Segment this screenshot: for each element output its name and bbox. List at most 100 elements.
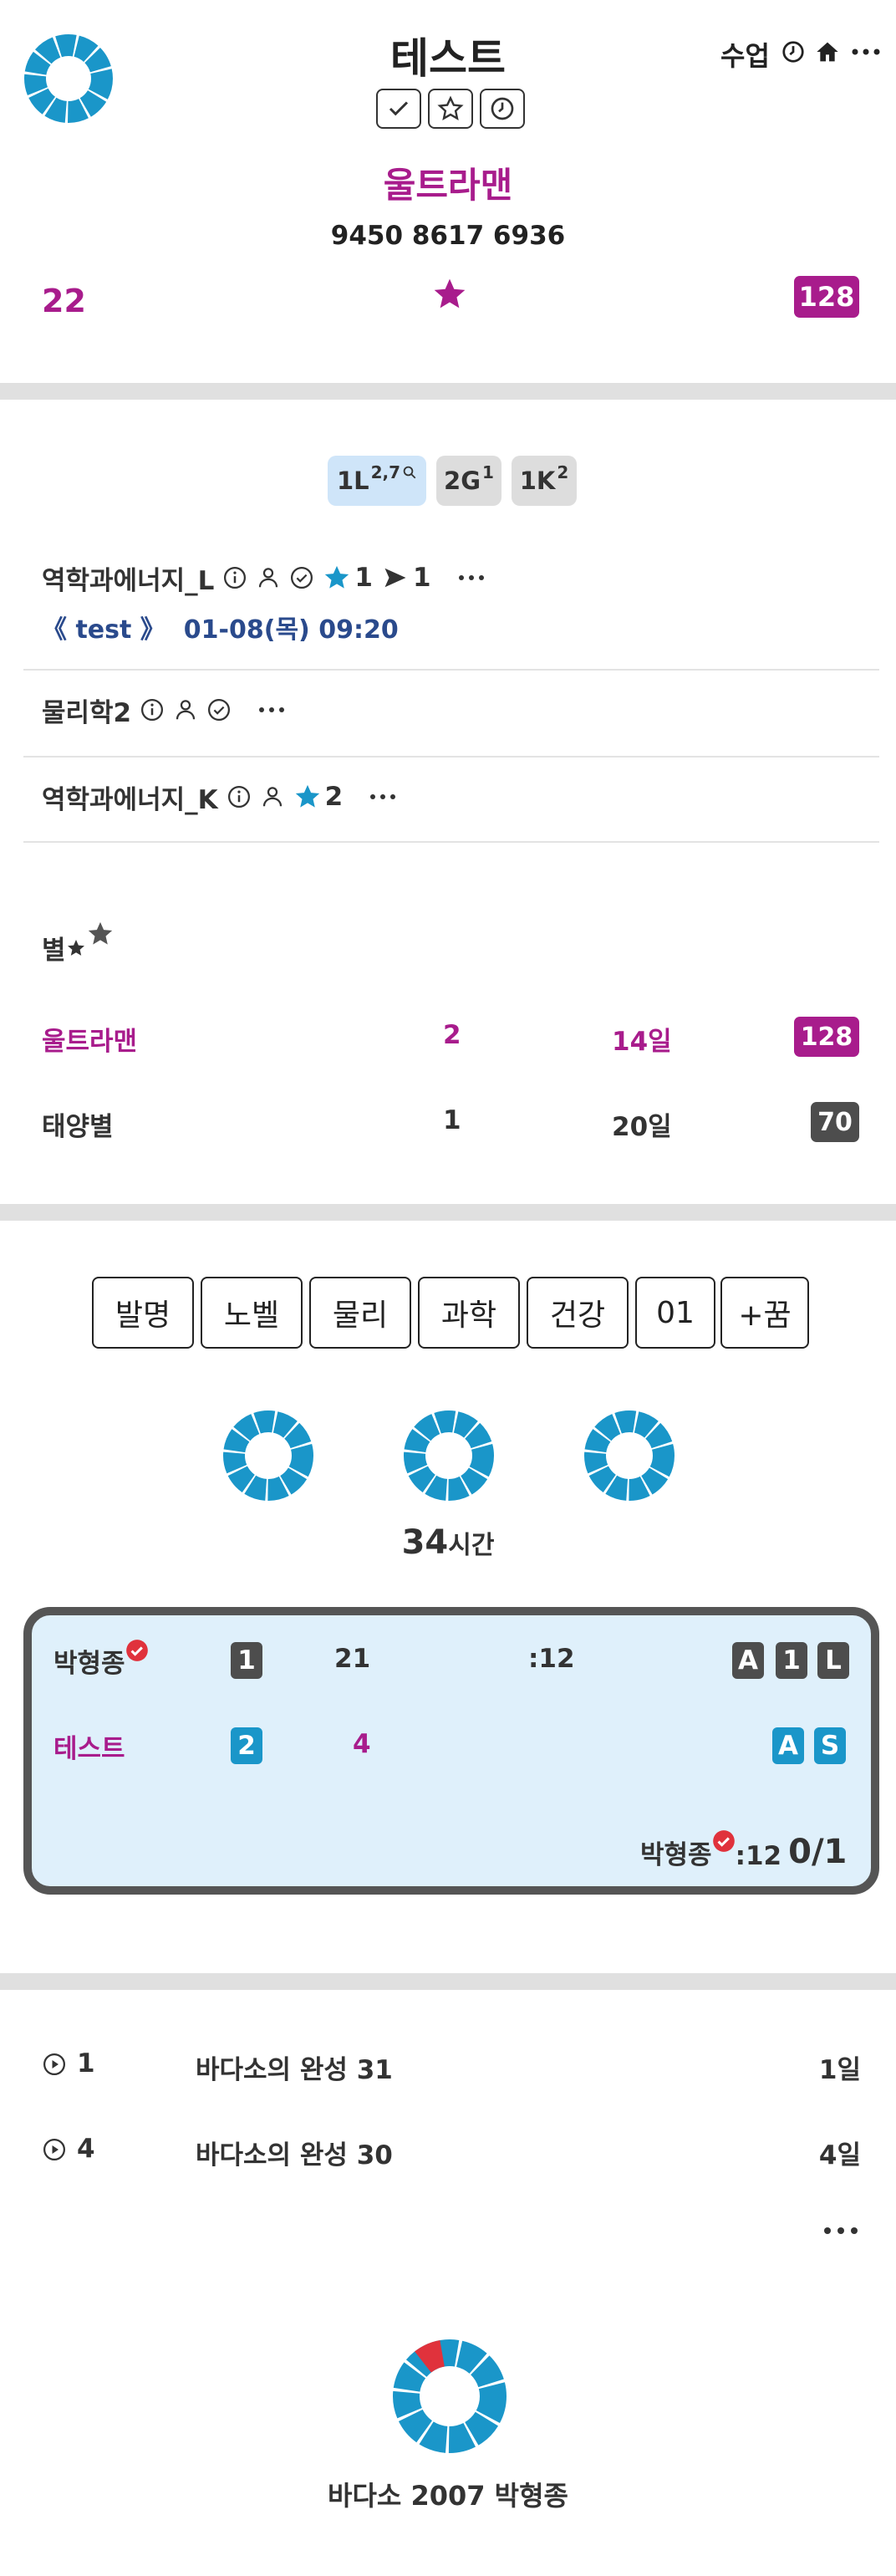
star-row-name[interactable]: 태양별 bbox=[42, 1105, 114, 1143]
hours-total: 34시간 bbox=[401, 1523, 495, 1562]
send-icon[interactable] bbox=[381, 565, 410, 590]
history-days: 4일 bbox=[818, 2140, 861, 2170]
check-circle-icon[interactable] bbox=[289, 565, 314, 590]
star-count: 2 bbox=[324, 782, 344, 812]
home-icon[interactable] bbox=[814, 38, 841, 65]
more-icon[interactable] bbox=[258, 706, 285, 714]
play-circle-icon bbox=[43, 2053, 65, 2075]
tag-button[interactable]: 건강 bbox=[527, 1277, 629, 1349]
more-icon[interactable] bbox=[851, 47, 881, 57]
course-item[interactable]: 역학과에너지_L 1 1 bbox=[42, 557, 485, 599]
star-row-days: 20일 bbox=[612, 1112, 672, 1142]
footer-ratio: 0/1 bbox=[788, 1833, 848, 1871]
mark-badge: A bbox=[772, 1727, 804, 1764]
info-icon[interactable] bbox=[227, 784, 252, 809]
star-filled-icon[interactable] bbox=[293, 783, 322, 811]
footer-time: :12 bbox=[735, 1841, 782, 1871]
more-icon[interactable] bbox=[369, 793, 396, 801]
star-row-count: 1 bbox=[443, 1105, 461, 1135]
mark-badge: S bbox=[814, 1727, 846, 1764]
info-icon[interactable] bbox=[140, 697, 165, 722]
ring-icon[interactable] bbox=[583, 1410, 675, 1502]
subtitle: 울트라맨 bbox=[383, 165, 513, 206]
course-name: 역학과에너지_L bbox=[42, 565, 215, 596]
check-button[interactable] bbox=[376, 89, 421, 129]
section-divider bbox=[0, 1204, 896, 1221]
star-row-badge: 70 bbox=[811, 1102, 859, 1142]
player-score: 4 bbox=[353, 1729, 371, 1759]
ring-logo-icon[interactable] bbox=[391, 2338, 508, 2455]
row-divider bbox=[23, 669, 879, 671]
mark-badge: A bbox=[732, 1642, 764, 1679]
player-name[interactable]: 박형종 bbox=[53, 1640, 149, 1680]
check-circle-icon[interactable] bbox=[206, 697, 232, 722]
tag-button[interactable]: 노벨 bbox=[201, 1277, 303, 1349]
person-icon[interactable] bbox=[256, 565, 281, 590]
send-count: 1 bbox=[412, 563, 431, 593]
row-divider bbox=[23, 841, 879, 843]
info-icon[interactable] bbox=[222, 565, 247, 590]
play-circle-icon bbox=[43, 2139, 65, 2160]
course-meta[interactable]: 《 test 》 01-08(목) 09:20 bbox=[42, 609, 399, 645]
chip-2g[interactable]: 2G 1 bbox=[436, 456, 501, 506]
ring-icon[interactable] bbox=[403, 1410, 495, 1502]
ring-icon[interactable] bbox=[222, 1410, 314, 1502]
search-icon bbox=[403, 466, 416, 479]
tag-button[interactable]: 발명 bbox=[92, 1277, 194, 1349]
history-title: 바다소의 완성 31 bbox=[196, 2055, 393, 2085]
clock-icon[interactable] bbox=[781, 39, 806, 64]
course-name: 물리학2 bbox=[42, 697, 132, 728]
course-meta-date: 01-08(목) 09:20 bbox=[183, 615, 399, 645]
verified-icon bbox=[712, 1830, 735, 1852]
stars-heading: 별 bbox=[42, 920, 115, 967]
history-item[interactable]: 4 바다소의 완성 30 4일 bbox=[42, 2130, 861, 2170]
score-badge: 128 bbox=[794, 276, 859, 318]
section-divider bbox=[0, 1973, 896, 1990]
star-filled-icon bbox=[88, 921, 112, 945]
person-icon[interactable] bbox=[173, 697, 198, 722]
star-row-badge: 128 bbox=[794, 1017, 859, 1057]
verified-icon bbox=[125, 1640, 148, 1661]
history-button[interactable] bbox=[480, 89, 525, 129]
row-divider bbox=[23, 756, 879, 757]
star-row-name[interactable]: 울트라맨 bbox=[42, 1020, 137, 1058]
code-number: 9450 8617 6936 bbox=[330, 221, 566, 251]
chip-1k[interactable]: 1K 2 bbox=[512, 456, 577, 506]
footer-text: 바다소 2007 박형종 bbox=[328, 2480, 568, 2512]
course-item[interactable]: 역학과에너지_K 2 bbox=[42, 776, 396, 818]
course-name: 역학과에너지_K bbox=[42, 784, 218, 815]
history-item[interactable]: 1 바다소의 완성 31 1일 bbox=[42, 2045, 861, 2085]
chip-1l[interactable]: 1L 2,7 bbox=[328, 456, 426, 506]
rank-badge: 2 bbox=[231, 1727, 262, 1764]
tag-button[interactable]: 01 bbox=[635, 1277, 715, 1349]
star-filled-icon bbox=[67, 940, 84, 956]
history-number: 4 bbox=[77, 2134, 95, 2164]
check-icon bbox=[389, 101, 409, 116]
more-icon[interactable] bbox=[822, 2226, 859, 2236]
tag-button[interactable]: 과학 bbox=[418, 1277, 520, 1349]
history-title: 바다소의 완성 30 bbox=[196, 2140, 393, 2170]
footer-player-name: 박형종 bbox=[640, 1840, 712, 1870]
course-meta-prefix: 《 test 》 bbox=[42, 615, 165, 645]
star-row-days: 14일 bbox=[612, 1027, 672, 1057]
nav-class-link[interactable]: 수업 bbox=[720, 35, 770, 74]
tag-button[interactable]: 물리 bbox=[309, 1277, 411, 1349]
more-icon[interactable] bbox=[458, 574, 485, 582]
add-tag-button[interactable]: +꿈 bbox=[720, 1277, 809, 1349]
player-name[interactable]: 테스트 bbox=[53, 1727, 125, 1765]
rank-badge: 1 bbox=[231, 1642, 262, 1679]
history-days: 1일 bbox=[818, 2055, 861, 2085]
count-value: 22 bbox=[42, 283, 86, 319]
mark-badge: L bbox=[817, 1642, 849, 1679]
person-icon[interactable] bbox=[260, 784, 285, 809]
star-filled-icon[interactable] bbox=[323, 564, 351, 592]
course-item[interactable]: 물리학2 bbox=[42, 689, 285, 731]
player-time: :12 bbox=[528, 1644, 575, 1674]
match-footer: 박형종 :12 0/1 bbox=[640, 1829, 847, 1871]
star-row-count: 2 bbox=[443, 1020, 461, 1050]
section-divider bbox=[0, 383, 896, 400]
star-count: 1 bbox=[354, 563, 373, 593]
star-filled-icon[interactable] bbox=[431, 276, 468, 313]
favorite-button[interactable] bbox=[428, 89, 473, 129]
mark-badge: 1 bbox=[776, 1642, 807, 1679]
